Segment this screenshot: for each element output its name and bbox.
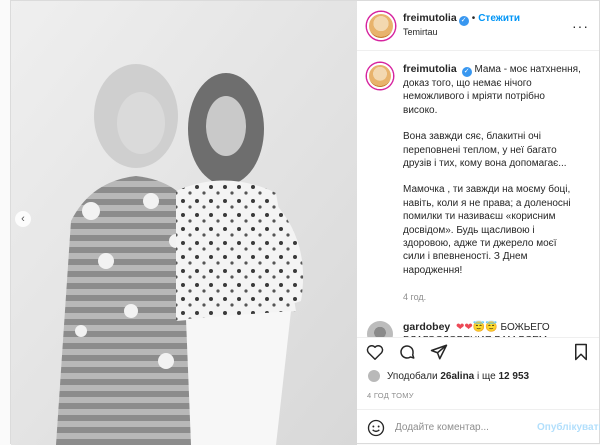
separator-dot: • [471, 13, 476, 24]
post-location[interactable]: Temirtau [403, 26, 520, 39]
caption-paragraph: freimutolia ✓ Мама - моє натхнення, доказ… [403, 63, 581, 117]
likes-middle: і ще [477, 370, 496, 382]
commenter-username[interactable]: gardobey [403, 321, 450, 333]
verified-badge-icon: ✓ [458, 16, 469, 26]
comments-section: freimutolia ✓ Мама - моє натхнення, доказ… [357, 51, 599, 337]
caption-username[interactable]: freimutolia [403, 63, 457, 75]
comment-item: gardobey ❤❤😇😇 БОЖЬЕГО БЛАГОСЛОВЕНИЯ ВАМ … [367, 320, 589, 337]
instagram-post: ‹ freimutolia ✓ • Стежити Temirtau ··· frei… [10, 0, 600, 445]
emoji-smiley-icon[interactable] [367, 418, 385, 438]
author-username[interactable]: freimutolia [403, 12, 457, 24]
follow-button[interactable]: Стежити [478, 13, 520, 24]
share-paper-plane-icon[interactable] [429, 342, 449, 362]
likes-prefix: Уподобали [387, 370, 438, 382]
publish-button[interactable]: Опублікувати [537, 422, 600, 433]
comment-input[interactable] [395, 422, 527, 433]
verified-badge-icon: ✓ [461, 67, 472, 77]
caption-paragraph: Мамочка , ти завжди на моєму боці, навіт… [403, 184, 571, 276]
caption-paragraph: Вона завжди сяє, блакитні очі переповнен… [403, 131, 567, 170]
post-header: freimutolia ✓ • Стежити Temirtau ··· [357, 1, 599, 51]
likes-count[interactable]: 12 953 [499, 371, 530, 382]
photo-image [11, 1, 357, 445]
comment-body: gardobey ❤❤😇😇 БОЖЬЕГО БЛАГОСЛОВЕНИЯ ВАМ … [403, 321, 588, 337]
caption-timestamp[interactable]: 4 год. [403, 291, 581, 304]
header-text: freimutolia ✓ • Стежити Temirtau [403, 12, 520, 39]
caption-author-avatar[interactable] [367, 63, 393, 89]
commenter-avatar[interactable] [367, 320, 393, 337]
add-comment-bar: Опублікувати [357, 409, 600, 445]
liker-username[interactable]: 26alina [440, 371, 474, 382]
liker-avatar[interactable] [367, 369, 381, 383]
author-avatar[interactable] [367, 11, 395, 40]
caption: freimutolia ✓ Мама - моє натхнення, доказ… [367, 63, 589, 305]
caption-body: freimutolia ✓ Мама - моє натхнення, доказ… [403, 63, 581, 305]
post-timestamp[interactable]: 4 ГОД ТОМУ [357, 387, 599, 409]
action-bar [357, 337, 599, 365]
post-photo[interactable]: ‹ [11, 1, 357, 445]
comment-bubble-icon[interactable] [397, 342, 417, 362]
likes-summary: Уподобали 26alina і ще 12 953 [357, 365, 599, 387]
post-sidebar: freimutolia ✓ • Стежити Temirtau ··· freimu… [357, 1, 600, 445]
more-options-icon[interactable]: ··· [572, 18, 589, 34]
like-heart-icon[interactable] [365, 342, 385, 362]
carousel-prev-button[interactable]: ‹ [15, 211, 31, 227]
bookmark-icon[interactable] [571, 342, 591, 362]
comment-emojis: ❤❤😇😇 [456, 321, 498, 333]
